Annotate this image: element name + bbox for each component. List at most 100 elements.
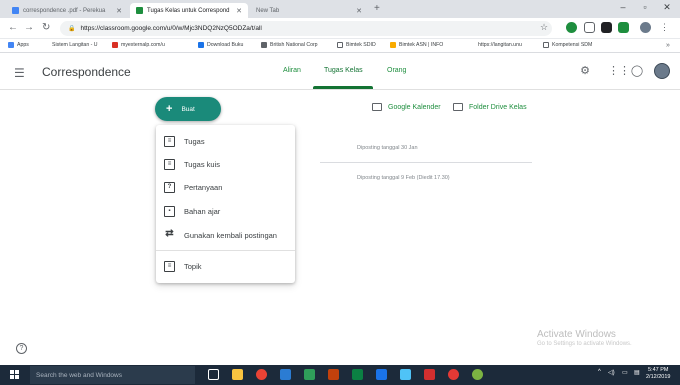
assignment-icon: ≡ [164, 135, 175, 147]
extension-green-icon[interactable] [618, 22, 629, 33]
menu-item-topik[interactable]: ≡ Topik [164, 259, 202, 273]
book-icon [198, 42, 204, 48]
settings-gear-icon[interactable]: ⚙ [578, 64, 592, 78]
taskbar-app-icon[interactable] [352, 369, 363, 380]
more-bookmarks-icon[interactable]: » [666, 42, 670, 49]
posted-date: Diposting tanggal 9 Feb (Diedit 17.30) [357, 175, 450, 181]
tab-title: Tugas Kelas untuk Correspond [147, 7, 230, 14]
extension-dark-icon[interactable] [601, 22, 612, 33]
address-bar[interactable]: 🔒 https://classroom.google.com/u/0/w/Mjc… [60, 21, 552, 36]
network-icon[interactable]: ▭ [622, 369, 628, 376]
create-button-label: Buat [181, 105, 195, 113]
bookmark-item[interactable]: Bimtek ASN | INFO [390, 42, 443, 48]
chrome-icon[interactable] [256, 369, 267, 380]
star-icon[interactable]: ☆ [540, 22, 548, 33]
activation-watermark-text: Go to Settings to activate Windows. [537, 341, 632, 347]
site-icon [390, 42, 396, 48]
close-icon[interactable]: ✕ [352, 7, 362, 15]
minimize-icon[interactable]: – [612, 2, 634, 12]
lock-icon: 🔒 [68, 26, 76, 32]
browser-tab-pdf[interactable]: correspondence .pdf - Perekua ✕ [6, 3, 128, 18]
acrobat-icon[interactable] [424, 369, 435, 380]
back-icon[interactable]: ← [8, 22, 18, 33]
close-icon[interactable]: ✕ [232, 7, 242, 15]
menu-divider [156, 250, 295, 251]
browser-tab-new[interactable]: New Tab ✕ [250, 3, 368, 18]
folder-icon [453, 103, 463, 111]
active-tab-indicator [313, 86, 373, 89]
tray-chevron-icon[interactable]: ^ [598, 369, 601, 375]
account-circle-icon[interactable]: ◯ [630, 64, 644, 78]
activation-watermark-title: Activate Windows [537, 329, 616, 340]
volume-icon[interactable]: ◁) [608, 369, 615, 376]
menu-item-reuse-post[interactable]: ⇄ Gunakan kembali postingan [164, 228, 277, 242]
menu-item-pertanyaan[interactable]: ? Pertanyaan [164, 180, 222, 194]
bookmark-item[interactable]: https://langitan.unu [478, 42, 522, 48]
tab-title: New Tab [256, 7, 280, 14]
page-icon [337, 42, 343, 48]
drive-folder-link[interactable]: Folder Drive Kelas [453, 103, 527, 111]
material-icon: ▪ [164, 205, 175, 217]
apps-grid-icon[interactable]: ⋮⋮ [608, 64, 630, 78]
help-icon[interactable]: ? [16, 343, 27, 354]
class-title[interactable]: Correspondence [42, 65, 131, 79]
bookmark-item[interactable]: Bimtek SDID [337, 42, 376, 48]
bookmark-item[interactable]: Sistem Langitan - U [52, 42, 98, 48]
repeat-icon: ⇄ [165, 227, 174, 239]
taskbar-app-icon[interactable] [472, 369, 483, 380]
classroom-icon [136, 7, 143, 14]
quiz-assignment-icon: ≡ [164, 158, 175, 170]
plus-icon: + [166, 103, 173, 115]
kebab-menu-icon[interactable]: ⋮ [660, 22, 669, 33]
topic-list-icon: ≡ [164, 260, 175, 272]
tab-tugas-kelas[interactable]: Tugas Kelas [324, 67, 363, 74]
taskbar-app-icon[interactable] [448, 369, 459, 380]
posted-date: Diposting tanggal 30 Jan [357, 145, 418, 151]
extension-grammarly-icon[interactable] [566, 22, 577, 33]
apps-grid-icon [8, 42, 14, 48]
menu-item-bahan-ajar[interactable]: ▪ Bahan ajar [164, 204, 220, 218]
forward-icon[interactable]: → [24, 22, 34, 33]
taskbar-app-icon[interactable] [328, 369, 339, 380]
taskbar-app-icon[interactable] [376, 369, 387, 380]
bookmark-item[interactable]: myexternalp.com/u [112, 42, 165, 48]
tab-aliran[interactable]: Aliran [283, 67, 301, 74]
clock-time: 5:47 PM [647, 367, 669, 373]
reload-icon[interactable]: ↻ [42, 22, 50, 33]
tab-title: correspondence .pdf - Perekua [23, 7, 106, 14]
avatar[interactable] [654, 63, 670, 79]
taskbar-app-icon[interactable] [304, 369, 315, 380]
url-text: https://classroom.google.com/u/0/w/Mjc3N… [80, 25, 262, 32]
maximize-icon[interactable]: ▫ [634, 2, 656, 12]
notification-icon[interactable]: ▤ [634, 369, 640, 376]
bookmark-item[interactable]: Kompetensi SDM [543, 42, 592, 48]
x-icon [112, 42, 118, 48]
bookmark-item[interactable]: British National Corp [261, 42, 318, 48]
window-close-icon[interactable]: ✕ [656, 2, 678, 13]
hamburger-menu-icon[interactable]: ☰ [14, 66, 25, 80]
word-icon[interactable] [280, 369, 291, 380]
tab-orang[interactable]: Orang [387, 67, 406, 74]
bookmark-icon [261, 42, 267, 48]
taskbar-app-icon[interactable] [400, 369, 411, 380]
extension-screenshot-icon[interactable] [584, 22, 595, 33]
calendar-icon [372, 103, 382, 111]
task-view-icon[interactable] [208, 369, 219, 380]
taskbar-search-input[interactable]: Search the web and Windows [30, 366, 195, 384]
divider [320, 162, 532, 163]
create-button[interactable]: + Buat [155, 97, 221, 121]
close-icon[interactable]: ✕ [112, 7, 122, 15]
clock-date: 2/12/2019 [646, 374, 671, 380]
menu-item-tugas[interactable]: ≡ Tugas [164, 134, 205, 148]
file-explorer-icon[interactable] [232, 369, 243, 380]
windows-start-icon[interactable] [10, 370, 19, 379]
bookmark-item[interactable]: Download Buku [198, 42, 243, 48]
menu-item-tugas-kuis[interactable]: ≡ Tugas kuis [164, 157, 220, 171]
taskbar-clock[interactable]: 5:47 PM 2/12/2019 [646, 367, 670, 381]
google-calendar-link[interactable]: Google Kalender [372, 103, 441, 111]
bookmark-apps[interactable]: Apps [8, 42, 29, 48]
new-tab-button[interactable]: + [374, 3, 380, 14]
profile-icon[interactable] [640, 22, 651, 33]
browser-tab-classroom[interactable]: Tugas Kelas untuk Correspond ✕ [130, 3, 248, 18]
question-icon: ? [164, 181, 175, 193]
